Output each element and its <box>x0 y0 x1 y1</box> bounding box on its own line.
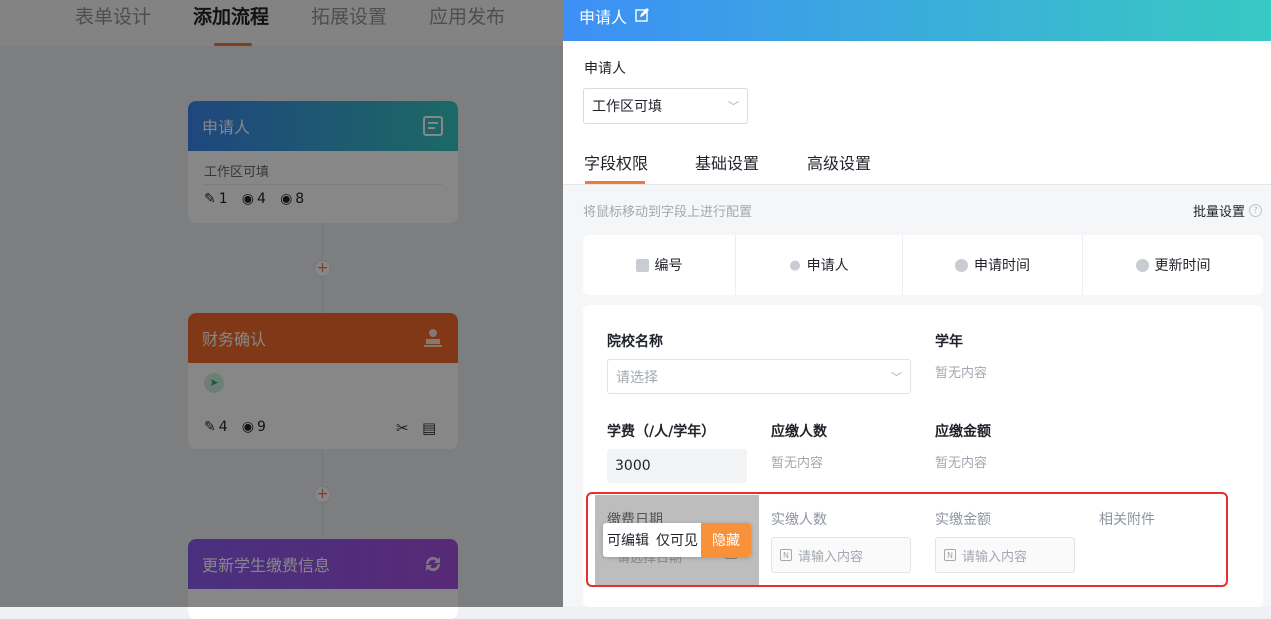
school-placeholder: 请选择 <box>616 369 658 386</box>
year-empty: 暂无内容 <box>935 366 988 381</box>
user-icon: ● <box>789 257 801 273</box>
system-fields-bar: 编号 ● 申请人 申请时间 更新时间 <box>583 235 1263 295</box>
highlight-annotation-box <box>586 492 1228 587</box>
number-icon <box>635 258 649 272</box>
due-amount-empty: 暂无内容 <box>935 456 988 471</box>
sys-field-label: 编号 <box>654 258 683 274</box>
tab-advanced-settings[interactable]: 高级设置 <box>807 150 871 174</box>
school-select[interactable]: 请选择 ﹀ <box>607 359 911 394</box>
due-count-empty: 暂无内容 <box>771 456 824 471</box>
applicant-permission-select[interactable]: 工作区可填 ﹀ <box>583 88 748 124</box>
panel-header: 申请人 <box>563 0 1271 41</box>
sys-field-number[interactable]: 编号 <box>583 235 736 295</box>
chevron-down-icon: ﹀ <box>891 370 902 384</box>
sys-field-applicant[interactable]: ● 申请人 <box>736 235 903 295</box>
batch-label: 批量设置 <box>1193 205 1246 220</box>
field-label-school[interactable]: 院校名称 <box>607 331 663 351</box>
batch-settings-button[interactable]: 批量设置 ? <box>1193 201 1263 220</box>
hint-text: 将鼠标移动到字段上进行配置 <box>583 205 753 220</box>
sys-field-apply-time[interactable]: 申请时间 <box>903 235 1083 295</box>
panel-title: 申请人 <box>579 8 628 27</box>
help-icon: ? <box>1249 204 1263 217</box>
field-label-due-count[interactable]: 应缴人数 <box>771 421 827 441</box>
chevron-down-icon: ﹀ <box>728 100 739 113</box>
sys-field-update-time[interactable]: 更新时间 <box>1083 235 1263 295</box>
field-label-due-amount[interactable]: 应缴金额 <box>935 421 991 441</box>
sys-field-label: 更新时间 <box>1154 258 1211 274</box>
sys-field-label: 申请人 <box>806 258 849 274</box>
field-label-fee[interactable]: 学费（/人/学年） <box>607 421 715 441</box>
tab-basic-settings[interactable]: 基础设置 <box>695 150 759 174</box>
sys-field-label: 申请时间 <box>974 258 1030 274</box>
modal-overlay[interactable] <box>0 0 563 607</box>
fee-value: 3000 <box>615 458 651 474</box>
applicant-label: 申请人 <box>584 61 626 77</box>
tab-field-permission[interactable]: 字段权限 <box>584 150 648 174</box>
edit-title-icon[interactable] <box>635 8 650 22</box>
clock-icon <box>955 258 968 272</box>
update-clock-icon <box>1135 258 1149 272</box>
select-value: 工作区可填 <box>592 99 662 115</box>
field-label-year[interactable]: 学年 <box>935 331 963 351</box>
fee-input[interactable]: 3000 <box>607 449 747 483</box>
